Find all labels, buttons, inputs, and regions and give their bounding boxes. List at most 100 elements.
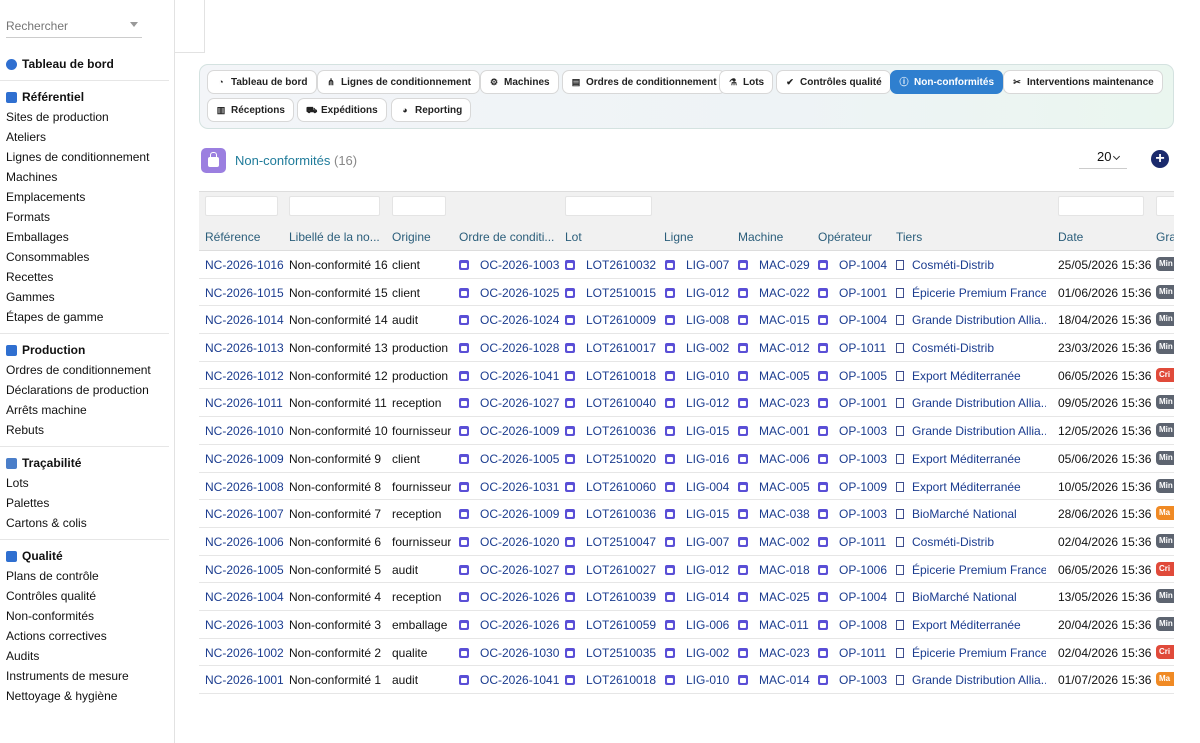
lot-link[interactable]: LOT2610040 (565, 396, 656, 410)
tab-10[interactable]: ◕ Reporting (391, 98, 472, 122)
search-select[interactable] (6, 14, 142, 38)
reference-link[interactable]: NC-2026-1011 (205, 396, 283, 410)
tiers-link[interactable]: BioMarché National (896, 507, 1017, 521)
lot-link[interactable]: LOT2610032 (565, 258, 656, 272)
tab-6[interactable]: ⓘ Non-conformités (890, 70, 1003, 94)
sidebar-item[interactable]: Actions correctives (0, 626, 174, 646)
sidebar-item[interactable]: Emplacements (0, 187, 174, 207)
tiers-link[interactable]: Export Méditerranée (896, 369, 1021, 383)
line-link[interactable]: LIG-012 (665, 563, 729, 577)
sidebar-item[interactable]: Recettes (0, 267, 174, 287)
column-header[interactable]: Référence (205, 230, 260, 244)
reference-link[interactable]: NC-2026-1006 (205, 535, 284, 549)
machine-link[interactable]: MAC-005 (738, 480, 810, 494)
column-header[interactable]: Libellé de la no... (289, 230, 380, 244)
tab-9[interactable]: ⛟ Expéditions (297, 98, 387, 122)
order-link[interactable]: OC-2026-1027 (459, 396, 559, 410)
operator-link[interactable]: OP-1005 (818, 369, 887, 383)
tiers-link[interactable]: BioMarché National (896, 590, 1017, 604)
sidebar-item[interactable]: Machines (0, 167, 174, 187)
lot-link[interactable]: LOT2610060 (565, 480, 656, 494)
tiers-link[interactable]: Épicerie Premium France (896, 286, 1046, 300)
machine-link[interactable]: MAC-029 (738, 258, 810, 272)
machine-link[interactable]: MAC-001 (738, 424, 810, 438)
sidebar-item[interactable]: Emballages (0, 227, 174, 247)
machine-link[interactable]: MAC-005 (738, 369, 810, 383)
lot-link[interactable]: LOT2610027 (565, 563, 656, 577)
order-link[interactable]: OC-2026-1005 (459, 452, 559, 466)
sidebar-item-dashboard[interactable]: Tableau de bord (0, 54, 174, 74)
sidebar-item[interactable]: Rebuts (0, 420, 174, 440)
column-header[interactable]: Origine (392, 230, 431, 244)
column-filter-input[interactable] (1058, 196, 1144, 216)
sidebar-item[interactable]: Gammes (0, 287, 174, 307)
table-row[interactable]: NC-2026-1015 Non-conformité 15 client OC-20… (199, 279, 1174, 307)
column-filter-input[interactable] (565, 196, 652, 216)
machine-link[interactable]: MAC-015 (738, 313, 810, 327)
line-link[interactable]: LIG-014 (665, 590, 729, 604)
page-size-select[interactable]: 20 (1079, 149, 1127, 169)
lot-link[interactable]: LOT2610059 (565, 618, 656, 632)
column-filter-input[interactable] (205, 196, 278, 216)
reference-link[interactable]: NC-2026-1013 (205, 341, 284, 355)
line-link[interactable]: LIG-012 (665, 286, 729, 300)
column-header[interactable]: Ordre de conditi... (459, 230, 554, 244)
machine-link[interactable]: MAC-011 (738, 618, 809, 632)
machine-link[interactable]: MAC-014 (738, 673, 810, 687)
tiers-link[interactable]: Export Méditerranée (896, 480, 1021, 494)
line-link[interactable]: LIG-002 (665, 341, 729, 355)
operator-link[interactable]: OP-1011 (818, 646, 886, 660)
machine-link[interactable]: MAC-038 (738, 507, 810, 521)
sidebar-item[interactable]: Contrôles qualité (0, 586, 174, 606)
reference-link[interactable]: NC-2026-1015 (205, 286, 284, 300)
operator-link[interactable]: OP-1004 (818, 590, 887, 604)
machine-link[interactable]: MAC-023 (738, 396, 810, 410)
table-row[interactable]: NC-2026-1004 Non-conformité 4 reception OC-… (199, 583, 1174, 611)
table-row[interactable]: NC-2026-1006 Non-conformité 6 fournisseur O… (199, 528, 1174, 556)
sidebar-item[interactable]: Sites de production (0, 107, 174, 127)
tiers-link[interactable]: Export Méditerranée (896, 618, 1021, 632)
tab-8[interactable]: ▥ Réceptions (207, 98, 294, 122)
line-link[interactable]: LIG-010 (665, 369, 729, 383)
sidebar-item[interactable]: Ateliers (0, 127, 174, 147)
lot-link[interactable]: LOT2610036 (565, 507, 656, 521)
order-link[interactable]: OC-2026-1031 (459, 480, 559, 494)
line-link[interactable]: LIG-016 (665, 452, 729, 466)
lot-link[interactable]: LOT2510020 (565, 452, 656, 466)
sidebar-item[interactable]: Arrêts machine (0, 400, 174, 420)
operator-link[interactable]: OP-1003 (818, 673, 887, 687)
line-link[interactable]: LIG-007 (665, 535, 729, 549)
table-row[interactable]: NC-2026-1016 Non-conformité 16 client OC-20… (199, 251, 1174, 279)
table-row[interactable]: NC-2026-1009 Non-conformité 9 client OC-202… (199, 445, 1174, 473)
table-row[interactable]: NC-2026-1010 Non-conformité 10 fournisseur… (199, 417, 1174, 445)
tiers-link[interactable]: Épicerie Premium France (896, 646, 1046, 660)
lot-link[interactable]: LOT2610039 (565, 590, 656, 604)
machine-link[interactable]: MAC-025 (738, 590, 810, 604)
lot-link[interactable]: LOT2510035 (565, 646, 656, 660)
sidebar-item[interactable]: Audits (0, 646, 174, 666)
lot-link[interactable]: LOT2510015 (565, 286, 656, 300)
lot-link[interactable]: LOT2610018 (565, 673, 656, 687)
table-row[interactable]: NC-2026-1011 Non-conformité 11 reception OC… (199, 389, 1174, 418)
operator-link[interactable]: OP-1003 (818, 424, 887, 438)
reference-link[interactable]: NC-2026-1012 (205, 369, 284, 383)
sidebar-item[interactable]: Consommables (0, 247, 174, 267)
sidebar-item[interactable]: Cartons & colis (0, 513, 174, 533)
tiers-link[interactable]: Épicerie Premium France (896, 563, 1046, 577)
tiers-link[interactable]: Grande Distribution Allia... (896, 313, 1046, 327)
line-link[interactable]: LIG-006 (665, 618, 729, 632)
tiers-link[interactable]: Grande Distribution Allia... (896, 424, 1046, 438)
tiers-link[interactable]: Cosméti-Distrib (896, 341, 994, 355)
operator-link[interactable]: OP-1008 (818, 618, 887, 632)
lot-link[interactable]: LOT2610009 (565, 313, 656, 327)
operator-link[interactable]: OP-1009 (818, 480, 887, 494)
tab-1[interactable]: ⋔ Lignes de conditionnement (317, 70, 481, 94)
tab-3[interactable]: ▤ Ordres de conditionnement (562, 70, 726, 94)
reference-link[interactable]: NC-2026-1004 (205, 590, 284, 604)
reference-link[interactable]: NC-2026-1016 (205, 258, 284, 272)
table-row[interactable]: NC-2026-1003 Non-conformité 3 emballage OC-… (199, 611, 1174, 639)
line-link[interactable]: LIG-007 (665, 258, 729, 272)
table-row[interactable]: NC-2026-1008 Non-conformité 8 fournisseur O… (199, 473, 1174, 501)
operator-link[interactable]: OP-1003 (818, 452, 887, 466)
line-link[interactable]: LIG-002 (665, 646, 729, 660)
